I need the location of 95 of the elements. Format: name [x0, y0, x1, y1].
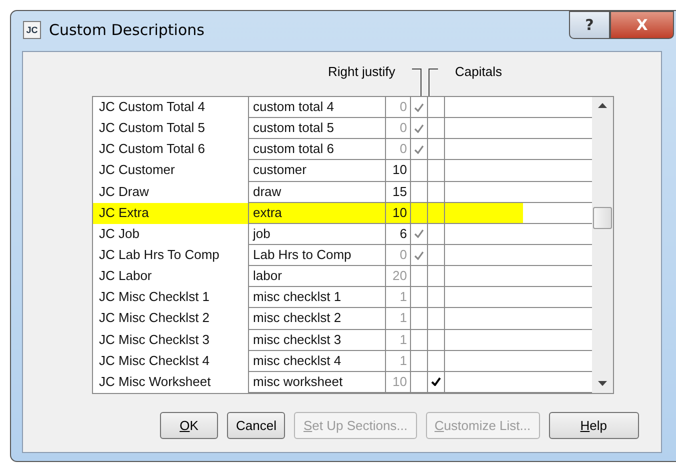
- description-field[interactable]: draw: [249, 182, 386, 203]
- scroll-down-icon[interactable]: [598, 381, 607, 387]
- table-row[interactable]: JC Customer customer 10: [93, 160, 592, 182]
- check-icon: [414, 250, 424, 260]
- capitals-checkbox[interactable]: [428, 350, 445, 372]
- length-field[interactable]: 10: [386, 202, 411, 224]
- table-row[interactable]: JC Misc Checklst 4 misc checklst 4 1: [93, 350, 592, 372]
- right-justify-checkbox[interactable]: [411, 330, 428, 351]
- description-field[interactable]: custom total 5: [249, 118, 386, 140]
- app-icon: JC: [23, 21, 41, 39]
- check-icon: [431, 377, 441, 386]
- bracket-line: [426, 68, 438, 96]
- right-justify-checkbox[interactable]: [411, 139, 428, 160]
- length-field[interactable]: 10: [386, 160, 411, 182]
- description-field[interactable]: misc checklst 3: [249, 330, 386, 351]
- window-title: Custom Descriptions: [49, 21, 204, 39]
- table-row[interactable]: JC Lab Hrs To Comp Lab Hrs to Comp 0: [93, 244, 592, 266]
- capitals-checkbox[interactable]: [428, 266, 445, 288]
- description-field[interactable]: misc worksheet: [249, 372, 386, 393]
- check-icon: [414, 144, 424, 154]
- length-field[interactable]: 15: [386, 182, 411, 203]
- right-justify-checkbox[interactable]: [411, 160, 428, 182]
- right-justify-checkbox[interactable]: [411, 372, 428, 393]
- capitals-checkbox[interactable]: [428, 330, 445, 351]
- table-row[interactable]: JC Misc Worksheet misc worksheet 10: [93, 372, 592, 393]
- table-row[interactable]: JC Custom Total 5 custom total 5 0: [93, 118, 592, 140]
- table-row[interactable]: JC Draw draw 15: [93, 182, 592, 203]
- description-field[interactable]: misc checklst 1: [249, 287, 386, 308]
- table-cell: JC Misc Checklst 4: [93, 350, 249, 372]
- description-field[interactable]: customer: [249, 160, 386, 182]
- capitals-checkbox[interactable]: [428, 182, 445, 203]
- table-cell: JC Misc Checklst 2: [93, 308, 249, 330]
- bracket-line: [412, 68, 424, 96]
- capitals-checkbox[interactable]: [428, 244, 445, 266]
- scrollbar[interactable]: [592, 97, 613, 393]
- table-row[interactable]: JC Labor labor 20: [93, 266, 592, 288]
- description-field[interactable]: extra: [249, 202, 386, 224]
- close-button[interactable]: X: [610, 11, 674, 39]
- capitals-checkbox[interactable]: [428, 97, 445, 118]
- length-field[interactable]: 6: [386, 224, 411, 245]
- description-field[interactable]: Lab Hrs to Comp: [249, 244, 386, 266]
- check-icon: [414, 124, 424, 133]
- right-justify-checkbox[interactable]: [411, 202, 428, 224]
- column-header: Capitals: [455, 64, 502, 79]
- table-row[interactable]: JC Misc Checklst 3 misc checklst 3 1: [93, 330, 592, 351]
- right-justify-checkbox[interactable]: [411, 182, 428, 203]
- table-cell: JC Misc Checklst 3: [93, 330, 249, 351]
- capitals-checkbox[interactable]: [428, 308, 445, 330]
- right-justify-checkbox[interactable]: [411, 308, 428, 330]
- table-cell: JC Custom Total 5: [93, 118, 249, 140]
- check-icon: [414, 102, 424, 112]
- description-field[interactable]: misc checklst 4: [249, 350, 386, 372]
- dialog-button[interactable]: Help: [548, 412, 639, 439]
- table-row[interactable]: JC Misc Checklst 2 misc checklst 2 1: [93, 308, 592, 330]
- dialog-button[interactable]: OK: [160, 412, 218, 439]
- right-justify-checkbox[interactable]: [411, 97, 428, 118]
- check-icon: [414, 229, 424, 238]
- description-field[interactable]: custom total 4: [249, 97, 386, 118]
- column-header: Right justify: [328, 64, 396, 79]
- right-justify-checkbox[interactable]: [411, 118, 428, 140]
- scroll-up-icon[interactable]: [598, 103, 607, 109]
- capitals-checkbox[interactable]: [428, 160, 445, 182]
- table-cell: JC Custom Total 4: [93, 97, 249, 118]
- capitals-checkbox[interactable]: [428, 139, 445, 160]
- table-cell: JC Labor: [93, 266, 249, 288]
- table-row[interactable]: JC Job job 6: [93, 224, 592, 245]
- table-row[interactable]: JC Custom Total 4 custom total 4 0: [93, 97, 592, 118]
- right-justify-checkbox[interactable]: [411, 224, 428, 245]
- right-justify-checkbox[interactable]: [411, 244, 428, 266]
- table-cell: JC Customer: [93, 160, 249, 182]
- description-field[interactable]: job: [249, 224, 386, 245]
- capitals-checkbox[interactable]: [428, 202, 445, 224]
- description-field[interactable]: labor: [249, 266, 386, 288]
- description-field[interactable]: misc checklst 2: [249, 308, 386, 330]
- right-justify-checkbox[interactable]: [411, 350, 428, 372]
- table-row[interactable]: JC Extra extra 10: [93, 202, 592, 224]
- description-field[interactable]: custom total 6: [249, 139, 386, 160]
- capitals-checkbox[interactable]: [428, 118, 445, 140]
- table-row[interactable]: JC Custom Total 6 custom total 6 0: [93, 139, 592, 160]
- table-cell: JC Job: [93, 224, 249, 245]
- capitals-checkbox[interactable]: [428, 372, 445, 393]
- table-cell: JC Misc Checklst 1: [93, 287, 249, 308]
- table-cell: JC Extra: [93, 202, 249, 224]
- right-justify-checkbox[interactable]: [411, 266, 428, 288]
- table-cell: JC Custom Total 6: [93, 139, 249, 160]
- dialog-button[interactable]: Cancel: [227, 412, 286, 439]
- right-justify-checkbox[interactable]: [411, 287, 428, 308]
- table-cell: JC Draw: [93, 182, 249, 203]
- table-row[interactable]: JC Misc Checklst 1 misc checklst 1 1: [93, 287, 592, 308]
- capitals-checkbox[interactable]: [428, 224, 445, 245]
- help-button[interactable]: ?: [569, 11, 610, 39]
- table-cell: JC Lab Hrs To Comp: [93, 244, 249, 266]
- table-cell: JC Misc Worksheet: [93, 372, 249, 393]
- scroll-thumb[interactable]: [593, 207, 612, 229]
- capitals-checkbox[interactable]: [428, 287, 445, 308]
